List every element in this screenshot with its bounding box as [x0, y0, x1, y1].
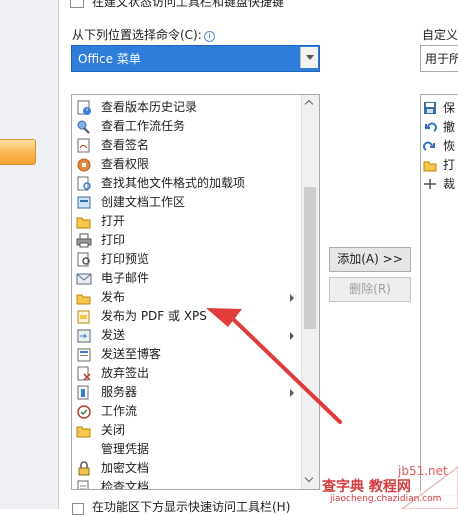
watermark-name: 查字典 教程网: [322, 479, 411, 495]
watermark-url: jiaocheng.chazidian.com: [330, 494, 442, 504]
annotation-arrow: [206, 308, 342, 424]
annotation-arrow-shaft: [230, 316, 342, 424]
